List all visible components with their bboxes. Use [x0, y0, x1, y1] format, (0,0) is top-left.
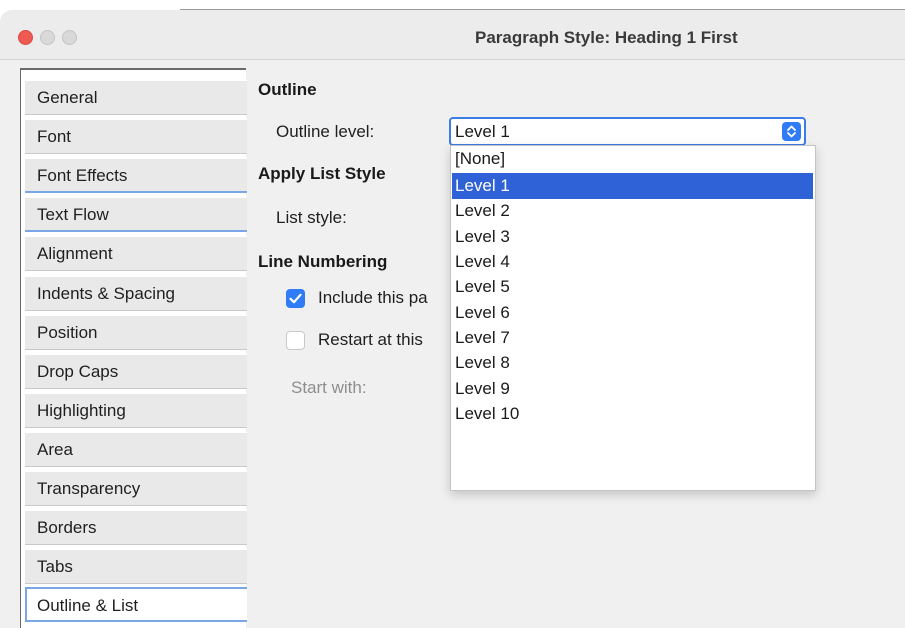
tab-font-effects[interactable]: Font Effects	[25, 158, 247, 193]
outline-level-dropdown: [None] Level 1 Level 2 Level 3 Level 4 L…	[450, 145, 816, 491]
zoom-icon[interactable]	[62, 30, 77, 45]
tab-drop-caps[interactable]: Drop Caps	[25, 354, 247, 389]
title-bar: Paragraph Style: Heading 1 First	[0, 10, 905, 60]
option-level-8[interactable]: Level 8	[452, 350, 813, 376]
option-level-7[interactable]: Level 7	[452, 325, 813, 351]
tab-outline-list[interactable]: Outline & List	[25, 587, 247, 622]
outline-level-label: Outline level:	[276, 122, 375, 141]
minimize-icon[interactable]	[40, 30, 55, 45]
option-level-10[interactable]: Level 10	[452, 401, 813, 427]
tab-highlighting[interactable]: Highlighting	[25, 393, 247, 428]
option-level-3[interactable]: Level 3	[452, 224, 813, 250]
line-numbering-heading: Line Numbering	[258, 252, 388, 271]
list-style-label: List style:	[276, 208, 347, 227]
tab-area[interactable]: Area	[25, 432, 247, 467]
option-level-2[interactable]: Level 2	[452, 198, 813, 224]
option-level-5[interactable]: Level 5	[452, 274, 813, 300]
sidebar: General Font Font Effects Text Flow Alig…	[20, 68, 247, 628]
checkmark-icon	[289, 293, 302, 304]
outline-level-value: Level 1	[455, 122, 510, 141]
option-level-4[interactable]: Level 4	[452, 249, 813, 275]
option-level-1[interactable]: Level 1	[452, 173, 813, 199]
start-with-label: Start with:	[291, 378, 367, 397]
restart-label[interactable]: Restart at this	[318, 330, 423, 350]
window-title: Paragraph Style: Heading 1 First	[475, 28, 738, 47]
dialog-content: General Font Font Effects Text Flow Alig…	[0, 60, 905, 628]
apply-list-style-heading: Apply List Style	[258, 164, 386, 183]
tab-indents-spacing[interactable]: Indents & Spacing	[25, 276, 247, 311]
tab-general[interactable]: General	[25, 80, 247, 115]
tab-font[interactable]: Font	[25, 119, 247, 154]
tab-transparency[interactable]: Transparency	[25, 471, 247, 506]
outline-level-select[interactable]: Level 1	[449, 117, 806, 146]
restart-checkbox[interactable]	[286, 331, 305, 350]
outline-heading: Outline	[258, 80, 317, 99]
close-icon[interactable]	[18, 30, 33, 45]
option-none[interactable]: [None]	[452, 146, 813, 172]
tab-position[interactable]: Position	[25, 315, 247, 350]
option-level-9[interactable]: Level 9	[452, 376, 813, 402]
tab-alignment[interactable]: Alignment	[25, 236, 247, 271]
option-level-6[interactable]: Level 6	[452, 300, 813, 326]
updown-chevron-icon[interactable]	[782, 122, 801, 141]
tab-text-flow[interactable]: Text Flow	[25, 197, 247, 232]
tab-borders[interactable]: Borders	[25, 510, 247, 545]
include-checkbox[interactable]	[286, 289, 305, 308]
include-label[interactable]: Include this pa	[318, 288, 428, 308]
tab-tabs[interactable]: Tabs	[25, 549, 247, 584]
